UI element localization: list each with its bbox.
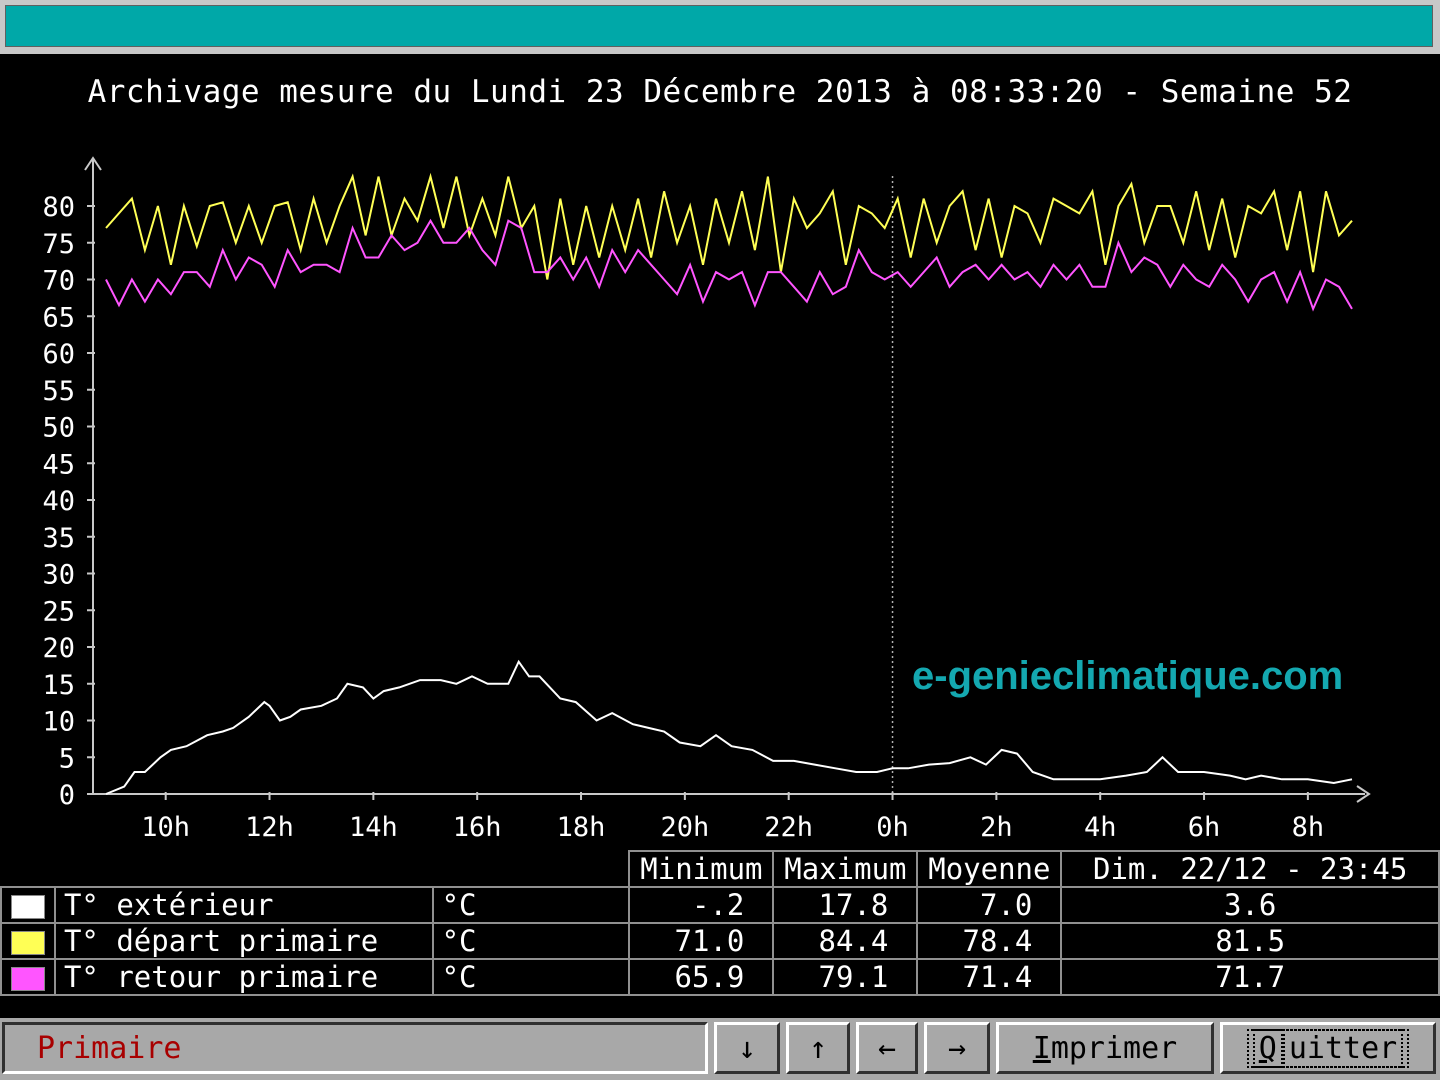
table-row: T° départ primaire °C 71.0 84.4 78.4 81.… — [0, 922, 1440, 960]
header-last-value: Dim. 22/12 - 23:45 — [1060, 850, 1440, 888]
y-tick-label: 60 — [42, 339, 75, 370]
y-tick-label: 75 — [42, 229, 75, 260]
x-tick-label: 14h — [349, 812, 398, 840]
row-avg: 78.4 — [916, 922, 1063, 960]
row-max: 17.8 — [772, 886, 919, 924]
y-axis-ticks: 0 5 10 15 20 25 30 35 40 45 50 55 60 65 70 75 80 — [42, 192, 95, 811]
y-tick-label: 30 — [42, 560, 75, 591]
x-tick-label: 0h — [876, 812, 909, 840]
y-tick-label: 45 — [42, 449, 75, 480]
page-title: Archivage mesure du Lundi 23 Décembre 20… — [87, 74, 1353, 110]
y-tick-label: 70 — [42, 266, 75, 297]
y-tick-label: 40 — [42, 486, 75, 517]
row-max: 84.4 — [772, 922, 919, 960]
quit-label: uitter — [1282, 1028, 1404, 1068]
print-label: mprimer — [1050, 1030, 1178, 1066]
color-swatch-retour — [10, 967, 45, 991]
row-min: -.2 — [628, 886, 775, 924]
y-tick-label: 15 — [42, 670, 75, 701]
row-current: 71.7 — [1060, 958, 1440, 996]
temperature-chart: 05101520253035404550556065707580 10h 12h 1… — [42, 156, 1371, 840]
scroll-up-button[interactable]: ↑ — [786, 1022, 850, 1074]
row-label: T° départ primaire — [53, 922, 434, 960]
x-tick-label: 18h — [557, 812, 606, 840]
chart-series — [105, 172, 1353, 795]
series-line-0 — [105, 172, 1353, 280]
y-tick-label: 20 — [42, 633, 75, 664]
print-button[interactable]: Imprimer — [996, 1022, 1214, 1074]
scroll-right-button[interactable]: → — [924, 1022, 990, 1074]
row-unit: °C — [431, 922, 631, 960]
y-tick-label: 25 — [42, 596, 75, 627]
stats-table: Minimum Maximum Moyenne Dim. 22/12 - 23:… — [0, 850, 1440, 996]
x-tick-label: 8h — [1292, 812, 1325, 840]
y-tick-label: 65 — [42, 302, 75, 333]
row-min: 71.0 — [628, 922, 775, 960]
status-bar: Primaire ↓ ↑ ← → Imprimer Quitter — [0, 1018, 1440, 1080]
color-swatch-depart — [10, 931, 45, 955]
y-tick-label: 55 — [42, 376, 75, 407]
row-unit: °C — [431, 958, 631, 996]
watermark: e-genieclimatique.com — [912, 654, 1344, 698]
title-bar — [0, 0, 1440, 54]
row-min: 65.9 — [628, 958, 775, 996]
x-axis-ticks: 10h 12h 14h 16h 18h 20h 22h 0h 2h 4h 6h 8h — [141, 792, 1324, 840]
row-max: 79.1 — [772, 958, 919, 996]
color-swatch-exterieur — [10, 895, 45, 919]
y-tick-label: 5 — [59, 743, 75, 774]
header-maximum: Maximum — [772, 850, 919, 888]
x-tick-label: 6h — [1188, 812, 1221, 840]
print-hotkey: I — [1032, 1030, 1051, 1066]
y-tick-label: 0 — [59, 780, 75, 811]
y-tick-label: 50 — [42, 413, 75, 444]
header-minimum: Minimum — [628, 850, 775, 888]
row-current: 3.6 — [1060, 886, 1440, 924]
row-avg: 7.0 — [916, 886, 1063, 924]
stats-header-row: Minimum Maximum Moyenne Dim. 22/12 - 23:… — [1, 850, 1440, 888]
row-current: 81.5 — [1060, 922, 1440, 960]
series-line-1 — [105, 218, 1353, 312]
scroll-left-button[interactable]: ← — [856, 1022, 918, 1074]
y-tick-label: 35 — [42, 523, 75, 554]
row-avg: 71.4 — [916, 958, 1063, 996]
row-unit: °C — [431, 886, 631, 924]
section-label: Primaire — [2, 1022, 708, 1074]
header-average: Moyenne — [916, 850, 1063, 888]
quit-hotkey: Q — [1252, 1028, 1283, 1068]
chart-axes — [84, 156, 1371, 803]
table-row: T° extérieur °C -.2 17.8 7.0 3.6 — [0, 886, 1440, 924]
scroll-down-button[interactable]: ↓ — [714, 1022, 780, 1074]
x-tick-label: 4h — [1084, 812, 1117, 840]
row-label: T° retour primaire — [53, 958, 434, 996]
x-tick-label: 20h — [660, 812, 709, 840]
x-tick-label: 22h — [764, 812, 813, 840]
row-label: T° extérieur — [53, 886, 434, 924]
x-tick-label: 10h — [141, 812, 190, 840]
quit-button[interactable]: Quitter — [1220, 1022, 1436, 1074]
y-tick-label: 10 — [42, 707, 75, 738]
x-tick-label: 16h — [453, 812, 502, 840]
x-tick-label: 2h — [980, 812, 1013, 840]
table-row: T° retour primaire °C 65.9 79.1 71.4 71.… — [0, 958, 1440, 996]
x-tick-label: 12h — [245, 812, 294, 840]
y-tick-label: 80 — [42, 192, 75, 223]
title-bar-accent — [5, 5, 1433, 47]
